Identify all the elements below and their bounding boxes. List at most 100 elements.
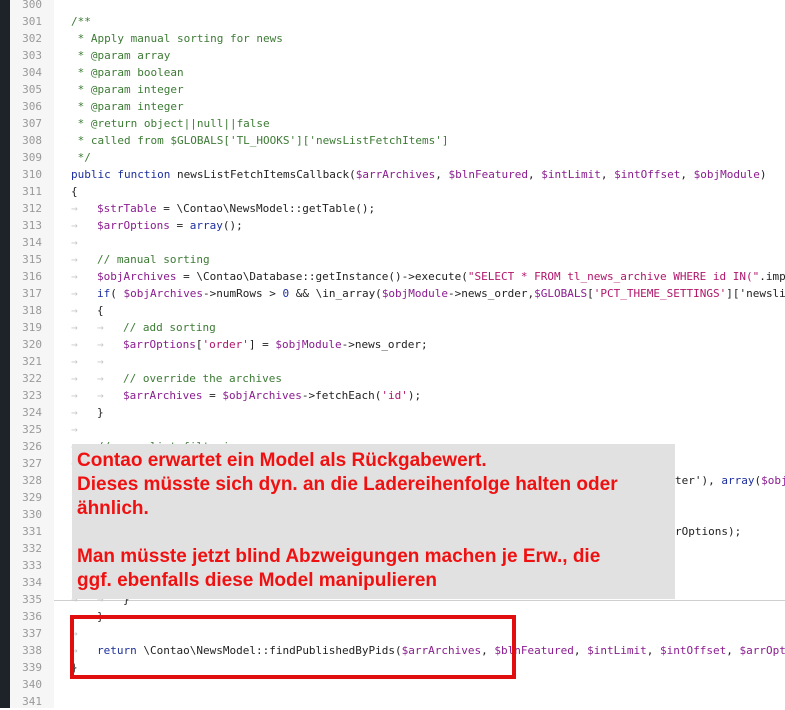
line-number: 305 xyxy=(22,83,42,96)
line-number: 307 xyxy=(22,117,42,130)
line-number: 319 xyxy=(22,321,42,334)
line-number: 301 xyxy=(22,15,42,28)
code-text: $arrOptions = array(); xyxy=(97,219,243,232)
code-text: // manual sorting xyxy=(97,253,210,266)
code-text: rOptions); xyxy=(675,525,742,538)
tab-marker-icon: → xyxy=(97,338,104,351)
line-number: 312 xyxy=(22,202,42,215)
line-number: 324 xyxy=(22,406,42,419)
line-number: 304 xyxy=(22,66,42,79)
code-text: { xyxy=(97,304,104,317)
tab-marker-icon: → xyxy=(71,389,78,402)
line-number: 336 xyxy=(22,610,42,623)
code-line[interactable]: 318 → { xyxy=(0,302,785,319)
line-number: 313 xyxy=(22,219,42,232)
code-text: * @param array xyxy=(71,49,171,62)
line-number: 341 xyxy=(22,695,42,708)
code-line[interactable]: 317 → if( $objArchives->numRows > 0 && \in… xyxy=(0,285,785,302)
code-line[interactable]: 316 → $objArchives = \Contao\Database::get… xyxy=(0,268,785,285)
code-text: /** xyxy=(71,15,91,28)
annotation-line xyxy=(77,521,677,545)
tab-marker-icon: → xyxy=(71,321,78,334)
line-number: 310 xyxy=(22,168,42,181)
code-text: if( $objArchives->numRows > 0 && \in_arr… xyxy=(97,287,785,300)
line-number: 335 xyxy=(22,593,42,606)
code-line[interactable]: 325 → xyxy=(0,421,785,438)
line-number: 322 xyxy=(22,372,42,385)
line-number: 316 xyxy=(22,270,42,283)
tab-marker-icon: → xyxy=(71,253,78,266)
tab-marker-icon: → xyxy=(71,304,78,317)
line-number: 334 xyxy=(22,576,42,589)
annotation-line: Dieses müsste sich dyn. an die Ladereihe… xyxy=(77,474,618,495)
code-line[interactable]: 304 * @param boolean xyxy=(0,64,785,81)
code-line[interactable]: 301 /** xyxy=(0,13,785,30)
code-line[interactable]: 320 → → $arrOptions['order'] = $objModule->… xyxy=(0,336,785,353)
annotation-line: ggf. ebenfalls diese Model manipulieren xyxy=(77,570,438,591)
tab-marker-icon: → xyxy=(71,406,78,419)
code-text: $strTable = \Contao\NewsModel::getTable(… xyxy=(97,202,376,215)
line-number: 323 xyxy=(22,389,42,402)
code-text: // override the archives xyxy=(123,372,282,385)
tab-marker-icon: → xyxy=(71,372,78,385)
code-line[interactable]: 305 * @param integer xyxy=(0,81,785,98)
line-number: 321 xyxy=(22,355,42,368)
code-text: public function newsListFetchItemsCallba… xyxy=(71,168,767,181)
line-number: 328 xyxy=(22,474,42,487)
tab-marker-icon: → xyxy=(71,355,78,368)
code-line[interactable]: 309 */ xyxy=(0,149,785,166)
line-number: 315 xyxy=(22,253,42,266)
code-line[interactable]: 315 → // manual sorting xyxy=(0,251,785,268)
line-number: 306 xyxy=(22,100,42,113)
code-line[interactable]: 312 → $strTable = \Contao\NewsModel::getTa… xyxy=(0,200,785,217)
line-number: 314 xyxy=(22,236,42,249)
line-number: 300 xyxy=(22,0,42,11)
code-text: * Apply manual sorting for news xyxy=(71,32,283,45)
tab-marker-icon: → xyxy=(71,423,78,436)
code-line[interactable]: 323 → → $arrArchives = $objArchives->fetchE… xyxy=(0,387,785,404)
tab-marker-icon: → xyxy=(71,219,78,232)
code-text: * @param integer xyxy=(71,83,184,96)
code-line[interactable]: 324 →} xyxy=(0,404,785,421)
line-number: 325 xyxy=(22,423,42,436)
line-number: 308 xyxy=(22,134,42,147)
line-number: 337 xyxy=(22,627,42,640)
code-text: } xyxy=(97,406,104,419)
code-line[interactable]: 306 * @param integer xyxy=(0,98,785,115)
code-line[interactable]: 308 * called from $GLOBALS['TL_HOOKS']['… xyxy=(0,132,785,149)
code-line[interactable]: 300 xyxy=(0,0,785,13)
line-number: 327 xyxy=(22,457,42,470)
line-number: 303 xyxy=(22,49,42,62)
code-line[interactable]: 302 * Apply manual sorting for news xyxy=(0,30,785,47)
code-text: $arrArchives = $objArchives->fetchEach('… xyxy=(123,389,422,402)
line-number: 329 xyxy=(22,491,42,504)
tab-marker-icon: → xyxy=(97,355,104,368)
annotation-line: ähnlich. xyxy=(77,498,149,519)
tab-marker-icon: → xyxy=(71,338,78,351)
line-number: 320 xyxy=(22,338,42,351)
code-line[interactable]: 307 * @return object||null||false xyxy=(0,115,785,132)
line-number: 326 xyxy=(22,440,42,453)
code-line[interactable]: 341 xyxy=(0,693,785,710)
code-text: * @param boolean xyxy=(71,66,184,79)
tab-marker-icon: → xyxy=(71,202,78,215)
code-line[interactable]: 303 * @param array xyxy=(0,47,785,64)
code-line[interactable]: 310 public function newsListFetchItemsCal… xyxy=(0,166,785,183)
code-line[interactable]: 321 → → xyxy=(0,353,785,370)
code-line[interactable]: 313 → $arrOptions = array(); xyxy=(0,217,785,234)
line-number: 338 xyxy=(22,644,42,657)
highlight-return-box xyxy=(70,615,516,679)
line-number: 332 xyxy=(22,542,42,555)
line-number: 302 xyxy=(22,32,42,45)
annotation-text: Contao erwartet ein Model als Rückgabewe… xyxy=(77,449,677,593)
line-number: 339 xyxy=(22,661,42,674)
line-number: 311 xyxy=(22,185,42,198)
annotation-line: Contao erwartet ein Model als Rückgabewe… xyxy=(77,450,487,471)
code-line[interactable]: 319 → → // add sorting xyxy=(0,319,785,336)
tab-marker-icon: → xyxy=(71,287,78,300)
code-line[interactable]: 314 → xyxy=(0,234,785,251)
line-number: 309 xyxy=(22,151,42,164)
tab-marker-icon: → xyxy=(71,270,78,283)
code-line[interactable]: 322 → → // override the archives xyxy=(0,370,785,387)
code-line[interactable]: 311 { xyxy=(0,183,785,200)
